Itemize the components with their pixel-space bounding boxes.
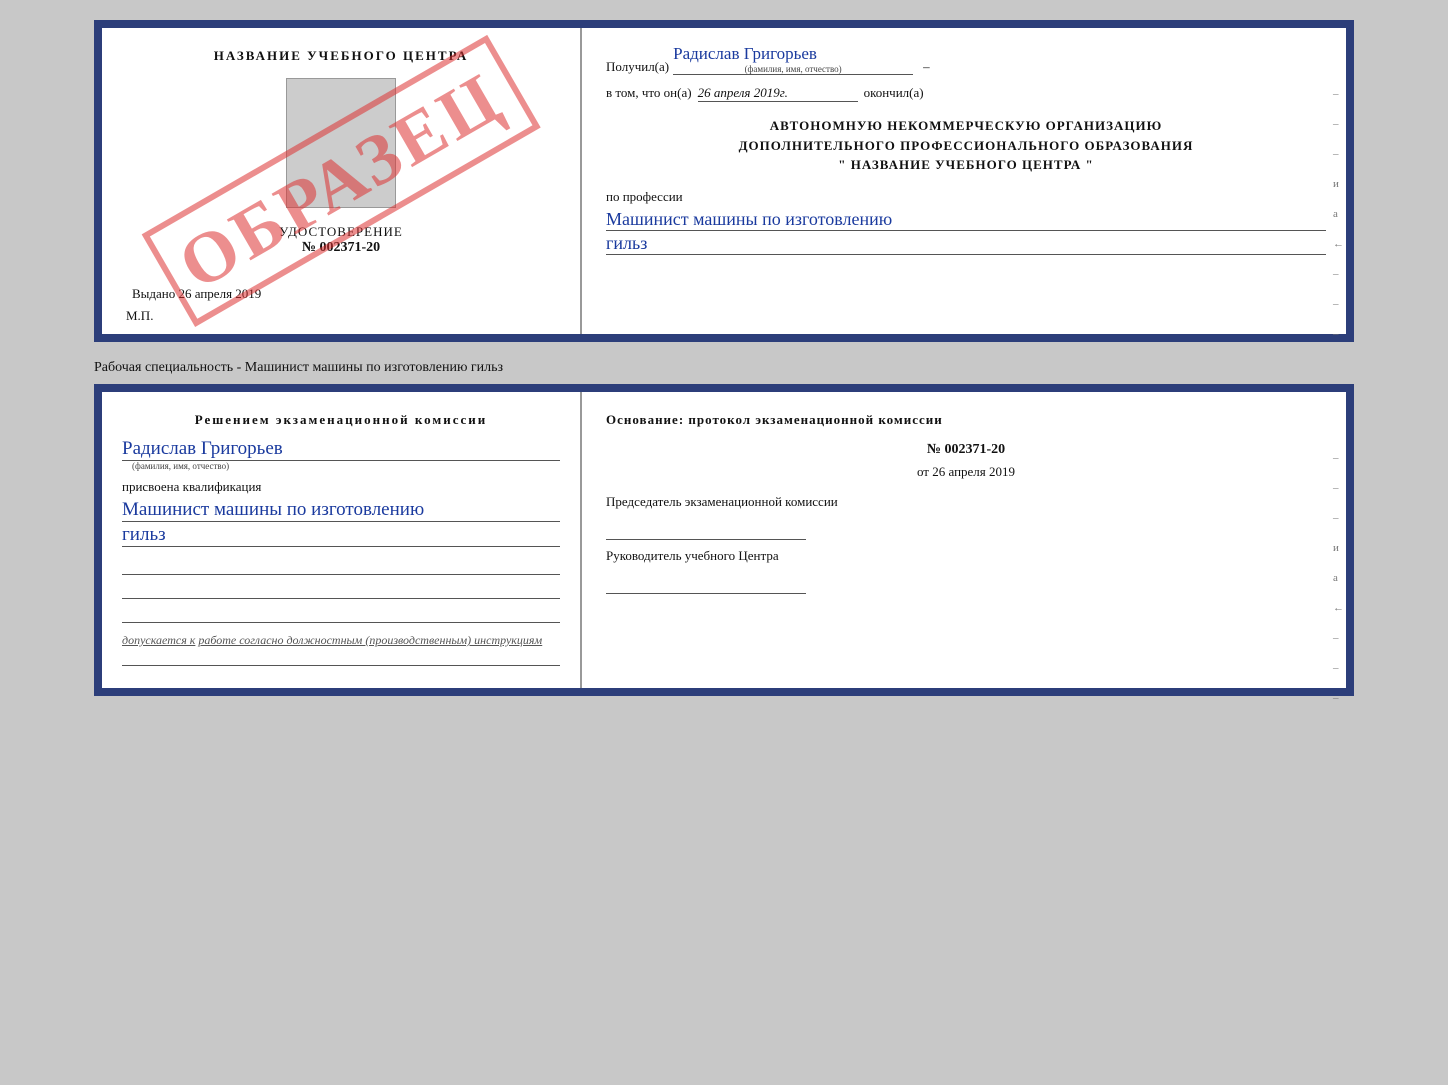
cert-left: НАЗВАНИЕ УЧЕБНОГО ЦЕНТРА УДОСТОВЕРЕНИЕ №… (102, 28, 582, 334)
qual-value1: Машинист машины по изготовлению (122, 499, 560, 522)
doc-label: УДОСТОВЕРЕНИЕ (279, 224, 403, 240)
qual-label: присвоена квалификация (122, 479, 560, 495)
chairman-label: Председатель экзаменационной комиссии (606, 494, 1326, 510)
name-sub-top: (фамилия, имя, отчество) (673, 64, 913, 74)
doc-block: УДОСТОВЕРЕНИЕ № 002371-20 (279, 224, 403, 256)
profession-label: по профессии (606, 189, 1326, 205)
date-value: 26 апреля 2019г. (698, 85, 858, 102)
subtitle-text: Рабочая специальность - Машинист машины … (94, 360, 503, 375)
org-line2: ДОПОЛНИТЕЛЬНОГО ПРОФЕССИОНАЛЬНОГО ОБРАЗО… (606, 136, 1326, 156)
org-line1: АВТОНОМНУЮ НЕКОММЕРЧЕСКУЮ ОРГАНИЗАЦИЮ (606, 116, 1326, 136)
issued-date: 26 апреля 2019 (179, 286, 262, 301)
blank-line-1 (122, 557, 560, 575)
chairman-sig-line (606, 518, 806, 540)
date-line: в том, что он(а) 26 апреля 2019г. окончи… (606, 85, 1326, 102)
date-suffix: окончил(а) (864, 85, 924, 101)
org-name: НАЗВАНИЕ УЧЕБНОГО ЦЕНТРА (851, 157, 1082, 172)
right-side-marks-bottom: – – – и а ← – – – (1333, 452, 1346, 704)
org-block: АВТОНОМНУЮ НЕКОММЕРЧЕСКУЮ ОРГАНИЗАЦИЮ ДО… (606, 116, 1326, 175)
cert-right: Получил(а) Радислав Григорьев (фамилия, … (582, 28, 1346, 334)
org-quote-open: " НАЗВАНИЕ УЧЕБНОГО ЦЕНТРА " (606, 155, 1326, 175)
certificate-top: НАЗВАНИЕ УЧЕБНОГО ЦЕНТРА УДОСТОВЕРЕНИЕ №… (94, 20, 1354, 342)
bottom-name-sub: (фамилия, имя, отчество) (132, 461, 560, 471)
admit-block: допускается к работе согласно должностны… (122, 633, 560, 648)
issued-block: Выдано 26 апреля 2019 (122, 286, 261, 302)
issued-label: Выдано (132, 286, 175, 301)
dash-after-name: – (923, 59, 930, 75)
bottom-left: Решением экзаменационной комиссии Радисл… (102, 392, 582, 688)
recipient-name: Радислав Григорьев (фамилия, имя, отчест… (673, 44, 913, 75)
received-label: Получил(а) (606, 59, 669, 75)
qual-value2: гильз (122, 524, 560, 547)
photo-placeholder (286, 78, 396, 208)
admit-text: работе согласно должностным (производств… (198, 633, 542, 647)
protocol-date-line: от 26 апреля 2019 (606, 464, 1326, 480)
profession-block: по профессии Машинист машины по изготовл… (606, 189, 1326, 255)
bottom-name-line: Радислав Григорьев (фамилия, имя, отчест… (122, 438, 560, 471)
blank-line-2 (122, 581, 560, 599)
date-prefix: в том, что он(а) (606, 85, 692, 101)
right-side-marks-top: – – – и а ← – – – (1333, 88, 1346, 340)
bottom-name-cursive: Радислав Григорьев (122, 438, 560, 461)
basis-label: Основание: протокол экзаменационной коми… (606, 412, 1326, 428)
doc-number: № 002371-20 (279, 240, 403, 256)
mp-label: М.П. (122, 308, 153, 324)
bottom-right: Основание: протокол экзаменационной коми… (582, 392, 1346, 688)
certificate-bottom: Решением экзаменационной комиссии Радисл… (94, 384, 1354, 696)
chairman-section: Председатель экзаменационной комиссии (606, 494, 1326, 540)
bottom-heading: Решением экзаменационной комиссии (122, 412, 560, 428)
director-sig-line (606, 572, 806, 594)
director-label: Руководитель учебного Центра (606, 548, 1326, 564)
protocol-date: 26 апреля 2019 (932, 464, 1015, 479)
subtitle-bar: Рабочая специальность - Машинист машины … (94, 352, 1354, 384)
protocol-number: № 002371-20 (606, 442, 1326, 458)
blank-line-3 (122, 605, 560, 623)
profession-value1: Машинист машины по изготовлению (606, 209, 1326, 231)
center-title-top: НАЗВАНИЕ УЧЕБНОГО ЦЕНТРА (214, 48, 469, 64)
protocol-date-prefix: от (917, 464, 929, 479)
profession-value2: гильз (606, 233, 1326, 255)
recipient-line: Получил(а) Радислав Григорьев (фамилия, … (606, 44, 1326, 75)
director-section: Руководитель учебного Центра (606, 548, 1326, 594)
admit-prefix: допускается к (122, 633, 195, 647)
blank-line-4 (122, 648, 560, 666)
